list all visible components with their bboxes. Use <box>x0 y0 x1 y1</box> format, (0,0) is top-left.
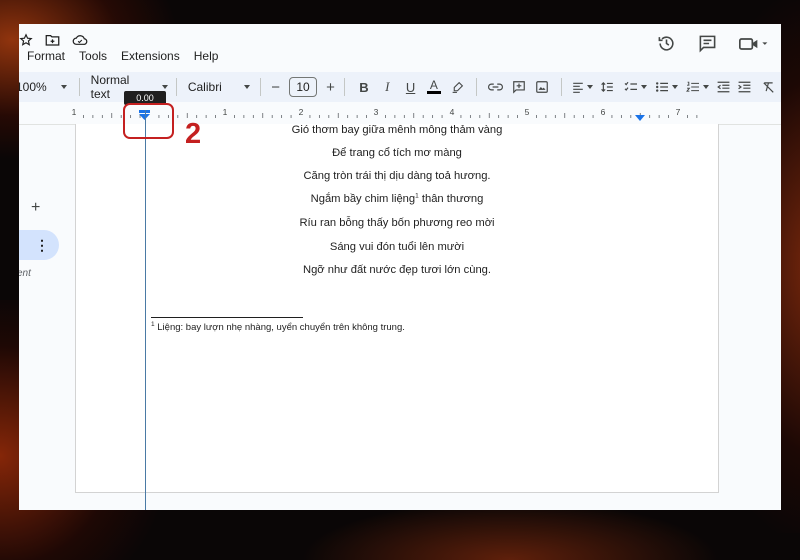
toolbar-divider <box>175 78 177 96</box>
poem-line: Căng tròn trái thị dịu dàng toả hương. <box>303 170 491 182</box>
insert-image-icon[interactable] <box>531 80 554 94</box>
chevron-down-icon <box>640 85 647 89</box>
italic-icon[interactable]: I <box>376 79 399 95</box>
chevron-down-icon <box>671 85 678 89</box>
toolbar-divider <box>475 78 477 96</box>
chevron-down-icon <box>587 85 594 89</box>
indent-guide-line <box>145 110 146 510</box>
underline-icon[interactable]: U <box>399 80 422 95</box>
ruler-number: 7 <box>676 107 681 117</box>
chevron-down-icon <box>243 85 250 89</box>
menu-format[interactable]: Format <box>27 49 65 67</box>
checklist-icon[interactable] <box>619 81 650 93</box>
zoom-value: 100% <box>19 80 47 94</box>
ruler-number: 1 <box>72 107 77 117</box>
font-value: Calibri <box>187 80 222 94</box>
line-spacing-icon[interactable] <box>596 81 619 93</box>
highlight-box <box>123 103 174 139</box>
toolbar-divider <box>344 78 346 96</box>
ruler-number: 2 <box>299 107 304 117</box>
link-icon[interactable] <box>484 82 507 92</box>
ruler-number: 1 <box>223 107 228 117</box>
menu-tools[interactable]: Tools <box>79 49 107 67</box>
version-history-icon[interactable] <box>657 34 676 53</box>
menu-help[interactable]: Help <box>194 49 219 67</box>
toolbar-divider <box>259 78 261 96</box>
footnote-text: Liệng: bay lượn nhẹ nhàng, uyển chuyển t… <box>154 322 405 333</box>
sidebar-partial-text: ent <box>19 268 31 279</box>
chevron-down-icon <box>60 85 67 89</box>
ruler-number: 3 <box>374 107 379 117</box>
ruler-number: 6 <box>601 107 606 117</box>
font-size-value: 10 <box>296 80 310 94</box>
comments-icon[interactable] <box>698 34 717 53</box>
document-tab-item[interactable]: ⋮ <box>19 230 59 260</box>
clear-formatting-icon[interactable] <box>756 81 781 93</box>
header-actions <box>657 34 769 53</box>
poem-line: Sáng vui đón tuổi lên mười <box>329 241 465 253</box>
more-options-icon[interactable]: ⋮ <box>35 237 49 254</box>
ruler-number: 5 <box>525 107 530 117</box>
poem-line: Ngỡ như đất nước đẹp tươi lớn cùng. <box>302 264 492 276</box>
poem-line: Để trang cổ tích mơ màng <box>332 147 462 159</box>
increase-font-size-icon[interactable]: + <box>323 79 339 96</box>
poem-text: thân thương <box>418 193 484 205</box>
star-icon[interactable] <box>19 33 33 47</box>
text-color-icon[interactable]: A <box>422 79 445 94</box>
toolbar-divider <box>560 78 562 96</box>
poem-line: Ngắm bầy chim liệng1 thân thương <box>76 193 718 205</box>
bold-icon[interactable]: B <box>352 80 375 95</box>
document-page[interactable]: Gió thơm bay giữa mênh mông thảm vàng Để… <box>75 124 719 493</box>
highlight-icon[interactable] <box>446 81 469 94</box>
menu-bar: Format Tools Extensions Help <box>27 49 218 67</box>
increase-indent-icon[interactable] <box>734 81 755 93</box>
chevron-down-icon <box>161 85 168 89</box>
footnote: 1 Liệng: bay lượn nhẹ nhàng, uyển chuyển… <box>151 321 405 333</box>
chevron-down-icon <box>702 85 709 89</box>
zoom-dropdown[interactable]: 100% <box>19 80 67 94</box>
poem-line: Ríu ran bỗng thấy bốn phương reo mời <box>299 217 495 229</box>
font-dropdown[interactable]: Calibri <box>188 80 250 94</box>
toolbar-divider <box>78 78 80 96</box>
right-indent-marker[interactable] <box>635 115 645 121</box>
meet-video-icon[interactable] <box>739 36 769 52</box>
decrease-font-size-icon[interactable]: − <box>268 79 284 96</box>
font-size-input[interactable]: 10 <box>289 77 317 97</box>
step-number: 2 <box>185 118 202 150</box>
poem-text: Ngắm bầy chim liệng <box>310 193 416 205</box>
cloud-saved-icon[interactable] <box>72 33 88 47</box>
decrease-indent-icon[interactable] <box>713 81 734 93</box>
outline-sidebar: + ⋮ ent <box>19 124 75 510</box>
move-to-folder-icon[interactable] <box>45 33 60 47</box>
align-icon[interactable] <box>569 82 596 93</box>
title-icons <box>19 30 88 50</box>
add-tab-icon[interactable]: + <box>31 199 40 217</box>
numbered-list-icon[interactable] <box>682 81 713 93</box>
add-comment-icon[interactable] <box>507 80 530 94</box>
ruler-number: 4 <box>450 107 455 117</box>
footnote-separator <box>151 317 303 318</box>
bulleted-list-icon[interactable] <box>651 81 682 93</box>
menu-extensions[interactable]: Extensions <box>121 49 180 67</box>
